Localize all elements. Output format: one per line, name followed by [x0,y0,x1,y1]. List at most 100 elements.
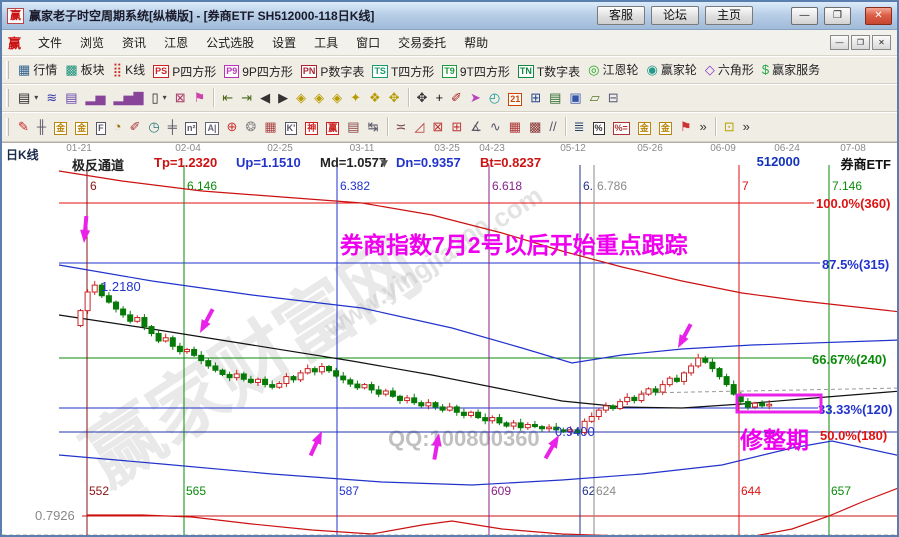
share-export-button[interactable]: ▱ [586,88,604,107]
matrix-grid-button[interactable]: ▦ [260,117,280,136]
p-number-table-button[interactable]: PNP数字表 [297,61,369,82]
fib-percent-button[interactable]: % [589,120,609,137]
candle-style-dropdown-button[interactable]: ▯▾ [148,88,171,107]
cycle-diamond-expand-button[interactable]: ✥ [385,88,404,107]
multi-chart-3-button[interactable]: ▂▅ [82,88,110,107]
kline-button[interactable]: ⣿K线 [109,59,150,80]
cycle-diamond-star-button[interactable]: ❖ [365,88,385,107]
crosshair-button[interactable]: + [431,88,447,107]
9t-square-button[interactable]: T99T四方形 [438,61,514,82]
hand-drag-button[interactable]: ✥ [413,88,432,107]
message-center-button[interactable]: ⊟ [604,88,623,107]
gann-box-button[interactable]: ⊠ [428,117,447,136]
calendar-button[interactable]: 21 [504,91,526,108]
kline-style-dropdown-button[interactable]: ▤▾ [14,88,42,107]
jump-last-button[interactable]: ⇥ [237,88,256,107]
menu-item-5[interactable]: 设置 [263,33,305,53]
menu-item-3[interactable]: 江恩 [155,33,197,53]
toolbar-grip[interactable] [6,61,9,79]
menu-item-9[interactable]: 帮助 [455,33,497,53]
menu-item-2[interactable]: 资讯 [113,33,155,53]
maximize-button[interactable]: ❐ [824,7,851,25]
winner-wheel-button[interactable]: ◉赢家轮 [643,59,701,80]
angle-set-button[interactable]: ∡ [466,117,486,136]
p-square-button[interactable]: PSP四方形 [149,61,220,82]
mdi-close-button[interactable]: ✕ [872,35,891,50]
angle-pen-button[interactable]: ✐ [447,88,466,107]
menu-item-8[interactable]: 交易委托 [389,33,455,53]
save-button[interactable]: ▣ [565,88,585,107]
menu-item-7[interactable]: 窗口 [347,33,389,53]
customer-service-button[interactable]: 客服 [597,6,645,25]
price-grid-123-button[interactable]: ▤ [343,117,363,136]
draw-brush-button[interactable]: ✎ [14,117,33,136]
cycle-diamond-up-button[interactable]: ◈ [328,88,346,107]
cycle-tool-button[interactable]: ◴ [485,88,504,107]
homepage-button[interactable]: 主页 [705,6,753,25]
menu-item-4[interactable]: 公式选股 [197,33,263,53]
n-square-button[interactable]: n² [181,120,202,137]
trade-notebook-button[interactable]: ▤ [545,88,565,107]
ying-tool-button[interactable]: 赢 [322,120,343,137]
minimize-button[interactable]: — [791,7,818,25]
gold-lines-button[interactable]: 金 [655,120,676,137]
time-cycle-clock-button[interactable]: ◷ [144,117,163,136]
yellow-grid-button[interactable]: ⊡ [720,117,739,136]
fib-fence-button[interactable]: F [92,120,110,137]
gann-grid-button[interactable]: ⊞ [447,117,466,136]
kline-chart[interactable]: 赢家财富网www.yingjia300.comQQ:10080036065526… [2,143,897,536]
gold-fence-v-button[interactable]: 金 [50,120,71,137]
zigzag-wave-button[interactable]: ∿ [486,117,505,136]
pillar-gate-button[interactable]: ≍ [392,117,411,136]
cycle-diamond-right-button[interactable]: ◈ [310,88,328,107]
mdi-restore-button[interactable]: ❐ [851,35,870,50]
menu-item-6[interactable]: 工具 [305,33,347,53]
scale-list-button[interactable]: ≣ [570,117,589,136]
star-wheel-button[interactable]: ❂ [241,117,260,136]
quotes-button[interactable]: ▦行情 [14,59,61,80]
toolbar-grip[interactable] [6,89,9,107]
t-square-button[interactable]: TST四方形 [368,61,438,82]
memo-note-button[interactable]: ▤ [61,88,81,107]
multi-chart-9-button[interactable]: ▂▅▇ [110,88,148,107]
page-next-button[interactable]: ▶ [274,88,292,107]
more-tools-2-button[interactable]: » [739,117,754,136]
gann-wheel-button[interactable]: ◎江恩轮 [584,59,642,80]
more-tools-1-button[interactable]: » [695,117,710,136]
winner-pattern-button[interactable]: ⊠ [171,88,190,107]
price-grid-red-button[interactable]: ▦ [505,117,525,136]
range-width-button[interactable]: ↹ [364,117,383,136]
parallel-lines-button[interactable]: // [545,117,560,136]
t-number-table-button[interactable]: TNT数字表 [514,61,584,82]
gold-fence-h-button[interactable]: 金 [71,120,92,137]
winner-service-button[interactable]: $赢家服务 [758,59,824,80]
hexagon-button[interactable]: ◇六角形 [701,59,758,80]
time-fence-button[interactable]: ╫ [33,117,50,136]
jump-first-button[interactable]: ⇤ [218,88,237,107]
menu-item-1[interactable]: 浏览 [71,33,113,53]
auto-trendline-button[interactable]: A| [201,120,222,137]
spiral-calendar-button[interactable]: ◔ [110,117,126,136]
forum-button[interactable]: 论坛 [651,6,699,25]
shen-tool-button[interactable]: 神 [301,120,322,137]
color-flag-button[interactable]: ⚑ [190,88,210,107]
cycle-diamond-left-button[interactable]: ◈ [292,88,310,107]
price-fence-button[interactable]: ╪ [164,117,181,136]
percent-lines-button[interactable]: %= [609,120,634,137]
callout-tool-button[interactable]: ➤ [466,88,485,107]
gann-target-button[interactable]: ⊕ [223,117,242,136]
toolbar-grip[interactable] [6,118,9,136]
gold-circle-button[interactable]: 金 [634,120,655,137]
menu-item-0[interactable]: 文件 [29,33,71,53]
mark-flag-pen-button[interactable]: ⚑ [676,117,696,136]
page-prev-button[interactable]: ◀ [256,88,274,107]
calculator-button[interactable]: ⊞ [526,88,545,107]
cycle-diamond-cross-button[interactable]: ✦ [346,88,365,107]
pattern-search-button[interactable]: ≋ [42,88,61,107]
close-button[interactable]: ✕ [865,7,892,25]
sectors-button[interactable]: ▩板块 [61,59,108,80]
dense-grid-button[interactable]: ▩ [525,117,545,136]
chart-panel[interactable]: 赢家财富网www.yingjia300.comQQ:10080036065526… [2,142,897,535]
k-mark-button[interactable]: K' [281,120,302,137]
measure-pen-button[interactable]: ✐ [126,117,145,136]
